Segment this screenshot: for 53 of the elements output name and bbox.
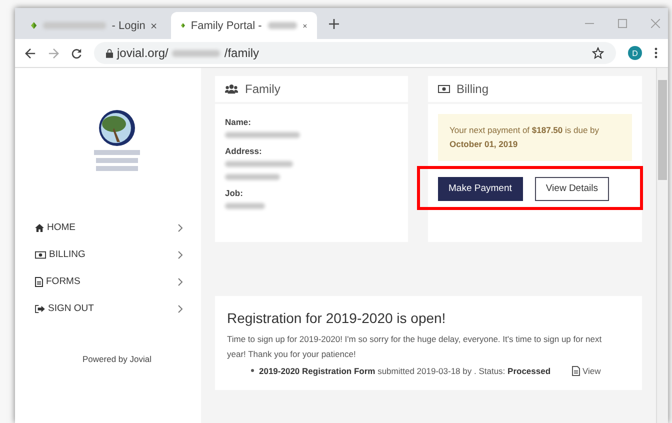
money-icon	[438, 85, 450, 93]
field-label: Name:	[225, 117, 251, 127]
view-link[interactable]: View	[572, 366, 601, 376]
blurred-text	[225, 161, 293, 167]
scrollbar[interactable]	[656, 68, 668, 423]
blurred-text	[225, 203, 265, 209]
chevron-icon	[178, 278, 183, 286]
star-icon[interactable]	[592, 47, 604, 59]
nav-item[interactable]: HOME	[35, 220, 183, 235]
announcement-text: Time to sign up for 2019-2020! I'm so sorry for the huge delay, everyone. It's time to sign up for next year! Thank you for your patience!	[227, 333, 603, 361]
close-icon[interactable]	[303, 22, 307, 30]
nav-item[interactable]: BILLING	[35, 247, 183, 262]
blurred-text	[42, 22, 106, 29]
new-tab-icon[interactable]	[329, 18, 339, 28]
bullet-icon	[251, 369, 254, 372]
home-icon	[35, 224, 44, 232]
profile-avatar[interactable]: D	[628, 46, 642, 60]
leaf-icon	[31, 20, 37, 31]
url-text: /family	[224, 46, 260, 60]
chevron-icon	[178, 250, 183, 258]
blurred-text	[225, 174, 280, 180]
browser-tab[interactable]: Family Portal -	[171, 12, 317, 39]
field-label: Address:	[225, 146, 262, 156]
card-title: Family	[245, 82, 280, 96]
announcement-title: Registration for 2019-2020 is open!	[227, 310, 447, 326]
reload-icon[interactable]	[71, 48, 82, 58]
users-icon	[225, 84, 238, 94]
nav-item[interactable]: SIGN OUT	[35, 301, 183, 316]
lock-icon	[106, 48, 113, 58]
view-details-button[interactable]: View Details	[534, 176, 609, 201]
chevron-icon	[178, 304, 183, 312]
submission-text: 2019-2020 Registration Form submitted 2019-03-18 by . Status: Processed	[259, 366, 551, 376]
nav-item[interactable]: FORMS	[35, 274, 183, 289]
close-icon[interactable]	[151, 22, 157, 30]
tab-title: - Login	[112, 20, 146, 32]
card-title: Billing	[456, 82, 489, 96]
file-icon	[35, 276, 43, 286]
blurred-text	[172, 50, 220, 56]
powered-by-text: Powered by Jovial	[82, 354, 152, 364]
field-label: Job:	[225, 188, 243, 198]
make-payment-button[interactable]: Make Payment	[438, 176, 523, 201]
address-bar[interactable]: jovial.org/ /family	[94, 42, 616, 64]
back-icon[interactable]	[25, 48, 36, 58]
tab-title: Family Portal -	[190, 20, 262, 32]
blurred-text	[268, 22, 298, 29]
chevron-icon	[178, 224, 183, 232]
file-icon	[572, 366, 580, 376]
payment-notice: Your next payment of $187.50 is due by October 01, 2019	[438, 114, 632, 161]
money-icon	[35, 250, 46, 258]
browser-tab[interactable]: - Login	[21, 12, 167, 39]
url-text: jovial.org/	[117, 46, 168, 60]
sign-out-icon	[35, 304, 45, 312]
menu-icon[interactable]	[654, 47, 658, 59]
